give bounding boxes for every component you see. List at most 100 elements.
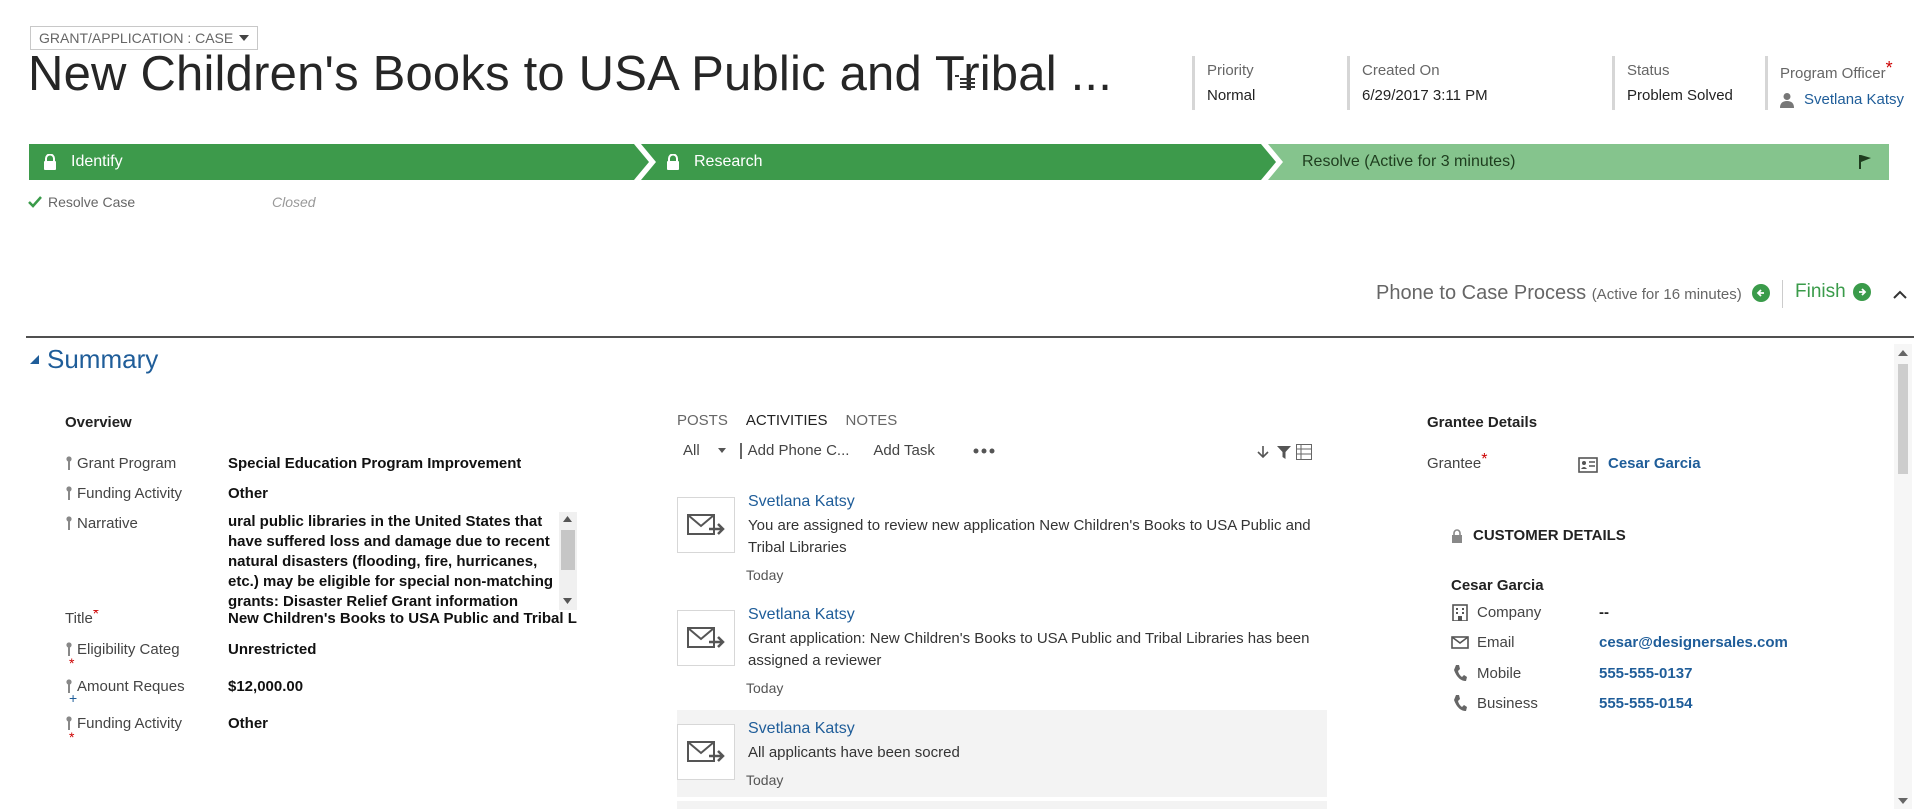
email-activity-icon [677, 724, 735, 780]
stage-resolve[interactable]: Resolve (Active for 3 minutes) [1289, 144, 1889, 180]
stage-identify[interactable]: Identify [29, 144, 629, 180]
activity-item[interactable]: Svetlana Katsy Grant application: New Ch… [677, 596, 1327, 696]
mobile-label: Mobile [1477, 664, 1522, 682]
program-officer-label: Program Officer* [1780, 58, 1893, 82]
activity-date: Today [746, 680, 784, 696]
email-activity-icon [677, 610, 735, 666]
activity-item[interactable]: Svetlana Katsy You are assigned to revie… [677, 483, 1327, 583]
email-link[interactable]: cesar@designersales.com [1599, 634, 1788, 651]
page-title: New Children's Books to USA Public and T… [28, 47, 1113, 101]
created-on-label: Created On [1362, 62, 1440, 79]
funding-activity-2-row: Funding Activity * Other [65, 715, 268, 745]
email-icon [1449, 636, 1471, 649]
funding-activity-2-value: Other [228, 715, 269, 732]
resolve-case-value: Closed [272, 194, 316, 210]
business-label: Business [1477, 694, 1538, 712]
business-link[interactable]: 555-555-0154 [1599, 695, 1692, 712]
overview-title: Overview [65, 414, 132, 431]
activity-description: Grant application: New Children's Books … [748, 630, 1310, 669]
status-value: Problem Solved [1627, 87, 1733, 104]
lock-icon [44, 154, 56, 170]
priority-field[interactable]: Priority Normal [1192, 56, 1342, 110]
header-menu-icon[interactable] [955, 70, 977, 92]
email-row: Email cesar@designersales.com [1449, 634, 1788, 651]
narrative-label: Narrative [77, 515, 138, 532]
funding-activity-row: Funding Activity Other [65, 485, 268, 502]
activity-owner-link[interactable]: Svetlana Katsy [748, 493, 855, 511]
eligibility-label: Eligibility Categ [77, 641, 180, 658]
summary-title: Summary [47, 344, 159, 374]
tab-notes[interactable]: NOTES [846, 412, 898, 429]
building-icon [1449, 604, 1471, 621]
stage-research[interactable]: Research [652, 144, 1252, 180]
company-value: -- [1599, 604, 1609, 621]
program-officer-link[interactable]: Svetlana Katsy [1804, 91, 1904, 108]
lock-key-icon [66, 716, 72, 730]
priority-label: Priority [1207, 62, 1254, 79]
view-grid-icon[interactable] [1296, 444, 1312, 460]
activity-filter-value: All [683, 442, 700, 459]
forward-arrow-icon [1852, 283, 1871, 301]
status-label: Status [1627, 62, 1670, 79]
email-activity-icon [677, 497, 735, 553]
status-field[interactable]: Status Problem Solved [1612, 56, 1737, 110]
email-label: Email [1477, 634, 1515, 651]
flag-icon [1859, 155, 1871, 169]
funding-activity-value: Other [228, 485, 269, 502]
activity-description: All applicants have been socred [748, 744, 960, 761]
program-officer-field[interactable]: Program Officer* Svetlana Katsy [1765, 56, 1905, 110]
phone-icon [1449, 694, 1471, 712]
contact-card-icon [1578, 457, 1598, 473]
grantee-label: Grantee* [1427, 451, 1488, 472]
finish-label: Finish [1795, 281, 1846, 302]
more-options-icon[interactable] [973, 448, 995, 454]
narrative-textarea[interactable]: ural public libraries in the United Stat… [228, 512, 577, 610]
narrative-text: ural public libraries in the United Stat… [228, 513, 554, 610]
business-row: Business 555-555-0154 [1449, 694, 1692, 712]
scroll-thumb[interactable] [1898, 364, 1908, 474]
finish-button[interactable]: Finish [1795, 281, 1871, 303]
tab-posts[interactable]: POSTS [677, 412, 728, 429]
filter-icon[interactable] [1277, 446, 1291, 459]
summary-section-toggle[interactable]: Summary [30, 344, 158, 375]
created-on-field: Created On 6/29/2017 3:11 PM [1347, 56, 1607, 110]
lock-icon [1452, 528, 1462, 543]
activity-filter-select[interactable]: All [683, 442, 726, 459]
customer-name: Cesar Garcia [1451, 577, 1544, 594]
lock-key-icon [66, 456, 72, 470]
grantee-link[interactable]: Cesar Garcia [1608, 455, 1701, 472]
company-label: Company [1477, 604, 1542, 621]
page-scrollbar[interactable] [1894, 344, 1912, 809]
activity-date: Today [746, 567, 784, 583]
amount-value: $12,000.00 [228, 678, 304, 695]
activity-description: You are assigned to review new applicati… [748, 517, 1311, 556]
lock-key-icon [66, 486, 72, 500]
amount-row: Amount Reques + $12,000.00 [65, 678, 303, 708]
activity-item[interactable]: Svetlana Katsy All applicants have been … [677, 710, 1327, 797]
created-on-value: 6/29/2017 3:11 PM [1362, 87, 1488, 104]
lock-key-icon [66, 642, 72, 656]
add-task-button[interactable]: Add Task [873, 442, 934, 459]
process-name-label: Phone to Case Process [1376, 282, 1587, 304]
sort-arrow-icon[interactable] [1257, 445, 1269, 459]
narrative-row: Narrative [65, 515, 228, 532]
tab-activities[interactable]: ACTIVITIES [746, 412, 828, 429]
grantee-details-title: Grantee Details [1427, 414, 1538, 431]
title-input[interactable]: New Children's Books to USA Public and T… [228, 610, 577, 628]
grant-program-label: Grant Program [77, 455, 177, 472]
collapse-chevron-icon[interactable] [1893, 290, 1907, 300]
narrative-scroll-thumb[interactable] [561, 530, 575, 570]
grant-program-link[interactable]: Special Education Program Improvement [228, 455, 521, 472]
add-phone-call-button[interactable]: Add Phone C... [748, 442, 850, 459]
activity-owner-link[interactable]: Svetlana Katsy [748, 720, 855, 738]
narrative-scrollbar[interactable] [559, 512, 577, 610]
process-name: Phone to Case Process (Active for 16 min… [1376, 282, 1742, 305]
activity-owner-link[interactable]: Svetlana Katsy [748, 606, 855, 624]
resolve-case-step: Resolve Case [28, 194, 135, 210]
customer-details-header: CUSTOMER DETAILS [1451, 527, 1626, 544]
back-arrow-icon[interactable] [1752, 284, 1770, 302]
amount-label: Amount Reques [77, 678, 185, 695]
resolve-case-label: Resolve Case [48, 194, 136, 210]
mobile-link[interactable]: 555-555-0137 [1599, 665, 1692, 682]
divider [739, 442, 742, 459]
